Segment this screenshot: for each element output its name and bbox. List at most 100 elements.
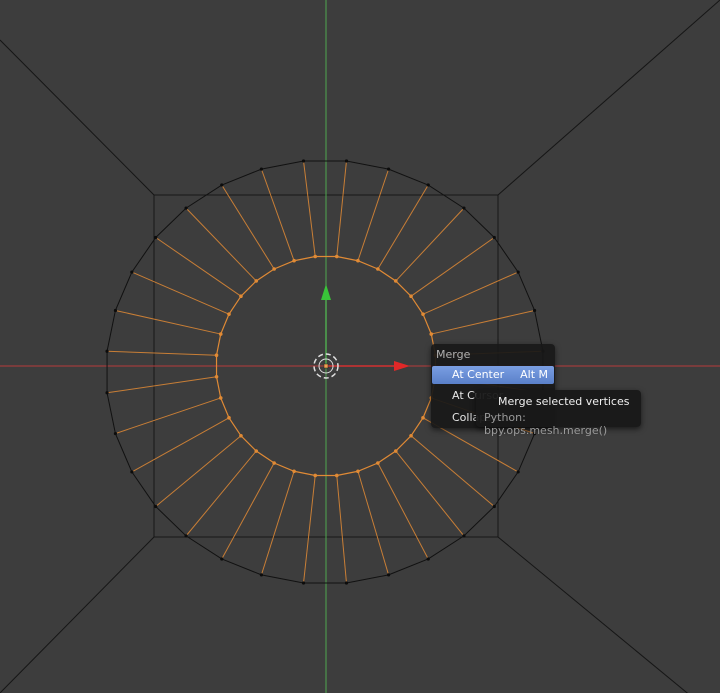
inner-vertex-selected[interactable] (239, 433, 243, 438)
outer-vertex[interactable] (105, 391, 109, 395)
radial-edge[interactable] (260, 471, 295, 576)
outer-vertex[interactable] (259, 573, 264, 577)
radial-edge[interactable] (395, 450, 465, 537)
radial-edge[interactable] (260, 168, 295, 261)
inner-vertex-selected[interactable] (334, 473, 339, 478)
outer-vertex[interactable] (184, 534, 188, 538)
perspective-edge (0, 536, 155, 693)
outer-vertex[interactable] (492, 235, 496, 240)
radial-edge[interactable] (115, 397, 221, 435)
radial-edge[interactable] (221, 184, 275, 270)
menu-item-at-center[interactable]: At Center Alt M (432, 366, 554, 384)
radial-edge[interactable] (336, 160, 347, 257)
radial-edge[interactable] (221, 462, 275, 560)
radial-edge[interactable] (155, 435, 242, 507)
scene-canvas[interactable] (0, 0, 720, 693)
inner-vertex-selected[interactable] (292, 258, 296, 263)
radial-edge[interactable] (303, 475, 316, 584)
inner-vertex-selected[interactable] (334, 254, 339, 259)
outer-vertex[interactable] (184, 206, 188, 210)
inner-vertex-selected[interactable] (409, 294, 413, 299)
radial-edge[interactable] (115, 309, 221, 335)
outer-vertex[interactable] (344, 159, 349, 163)
inner-vertex-selected[interactable] (214, 353, 219, 358)
outer-vertex[interactable] (492, 504, 496, 509)
outer-vertex[interactable] (426, 557, 430, 561)
inner-vertex-selected[interactable] (356, 469, 360, 474)
inner-vertex-selected[interactable] (429, 332, 434, 336)
inner-vertex-selected[interactable] (218, 396, 223, 400)
outer-vertex[interactable] (426, 183, 430, 187)
tooltip-title: Merge selected vertices (498, 395, 630, 408)
radial-edge[interactable] (377, 462, 429, 560)
outer-vertex[interactable] (462, 534, 466, 538)
inner-vertex-selected[interactable] (356, 258, 360, 263)
radial-edge[interactable] (336, 475, 347, 584)
menu-item-shortcut: Alt M (520, 368, 548, 381)
menu-title: Merge (436, 348, 471, 361)
outer-vertex[interactable] (220, 183, 224, 187)
inner-vertex-selected[interactable] (393, 279, 398, 283)
outer-vertex[interactable] (344, 581, 349, 585)
inner-vertex-selected[interactable] (421, 312, 425, 316)
outer-vertex[interactable] (386, 573, 391, 577)
inner-vertex-selected[interactable] (292, 469, 296, 474)
radial-edge[interactable] (106, 376, 217, 394)
tooltip-python-path: Python: bpy.ops.mesh.merge() (484, 411, 608, 437)
outer-vertex[interactable] (516, 470, 520, 474)
outer-vertex[interactable] (154, 235, 158, 240)
inner-vertex-selected[interactable] (421, 416, 425, 420)
outer-vertex[interactable] (130, 270, 134, 274)
perspective-edge (0, 39, 155, 196)
radial-edge[interactable] (422, 271, 519, 315)
radial-edge[interactable] (131, 417, 230, 473)
inner-vertex-selected[interactable] (313, 254, 318, 259)
outer-vertex[interactable] (301, 159, 306, 163)
outer-vertex[interactable] (113, 431, 118, 436)
radial-edge[interactable] (357, 168, 390, 261)
inner-vertex-selected[interactable] (409, 433, 413, 438)
radial-edge[interactable] (107, 350, 217, 356)
radial-edge[interactable] (185, 207, 257, 282)
perspective-edge (497, 536, 689, 693)
outer-vertex[interactable] (259, 167, 264, 171)
inner-vertex-selected[interactable] (239, 294, 243, 299)
inner-vertex-selected[interactable] (393, 449, 398, 453)
outer-vertex[interactable] (516, 270, 520, 274)
radial-edge[interactable] (431, 309, 535, 335)
outer-vertex[interactable] (462, 206, 466, 210)
inner-vertex-selected[interactable] (218, 332, 223, 336)
radial-edge[interactable] (377, 184, 429, 270)
menu-item-label: At Center (452, 368, 505, 381)
object-origin-icon (323, 363, 329, 369)
radial-edge[interactable] (303, 160, 316, 257)
outer-vertex[interactable] (113, 308, 118, 313)
inner-vertex-selected[interactable] (313, 473, 318, 478)
inner-vertex-selected[interactable] (272, 461, 276, 465)
outer-vertex[interactable] (130, 470, 134, 474)
outer-vertex[interactable] (301, 581, 306, 585)
outer-vertex[interactable] (105, 349, 109, 353)
operator-tooltip: Merge selected vertices Python: bpy.ops.… (476, 390, 641, 437)
y-axis-arrow-icon[interactable] (321, 284, 331, 300)
inner-vertex-selected[interactable] (254, 449, 259, 453)
3d-viewport[interactable]: Merge At Center Alt M At Cursor Collapse… (0, 0, 720, 693)
inner-vertex-selected[interactable] (254, 279, 259, 283)
inner-vertex-selected[interactable] (376, 267, 380, 271)
inner-vertex-selected[interactable] (272, 267, 276, 271)
x-axis-arrow-icon[interactable] (394, 361, 410, 371)
inner-vertex-selected[interactable] (227, 312, 231, 316)
inner-vertex-selected[interactable] (376, 461, 380, 465)
perspective-edge (497, 0, 720, 196)
outer-vertex[interactable] (386, 167, 391, 171)
radial-edge[interactable] (395, 207, 465, 282)
radial-edge[interactable] (357, 471, 390, 576)
outer-vertex[interactable] (154, 504, 158, 509)
outer-vertex[interactable] (220, 557, 224, 561)
radial-edge[interactable] (410, 237, 495, 297)
outer-vertex[interactable] (532, 308, 537, 313)
radial-edge[interactable] (185, 450, 257, 537)
inner-vertex-selected[interactable] (214, 374, 219, 379)
inner-vertex-selected[interactable] (227, 416, 231, 420)
radial-edge[interactable] (410, 435, 495, 507)
